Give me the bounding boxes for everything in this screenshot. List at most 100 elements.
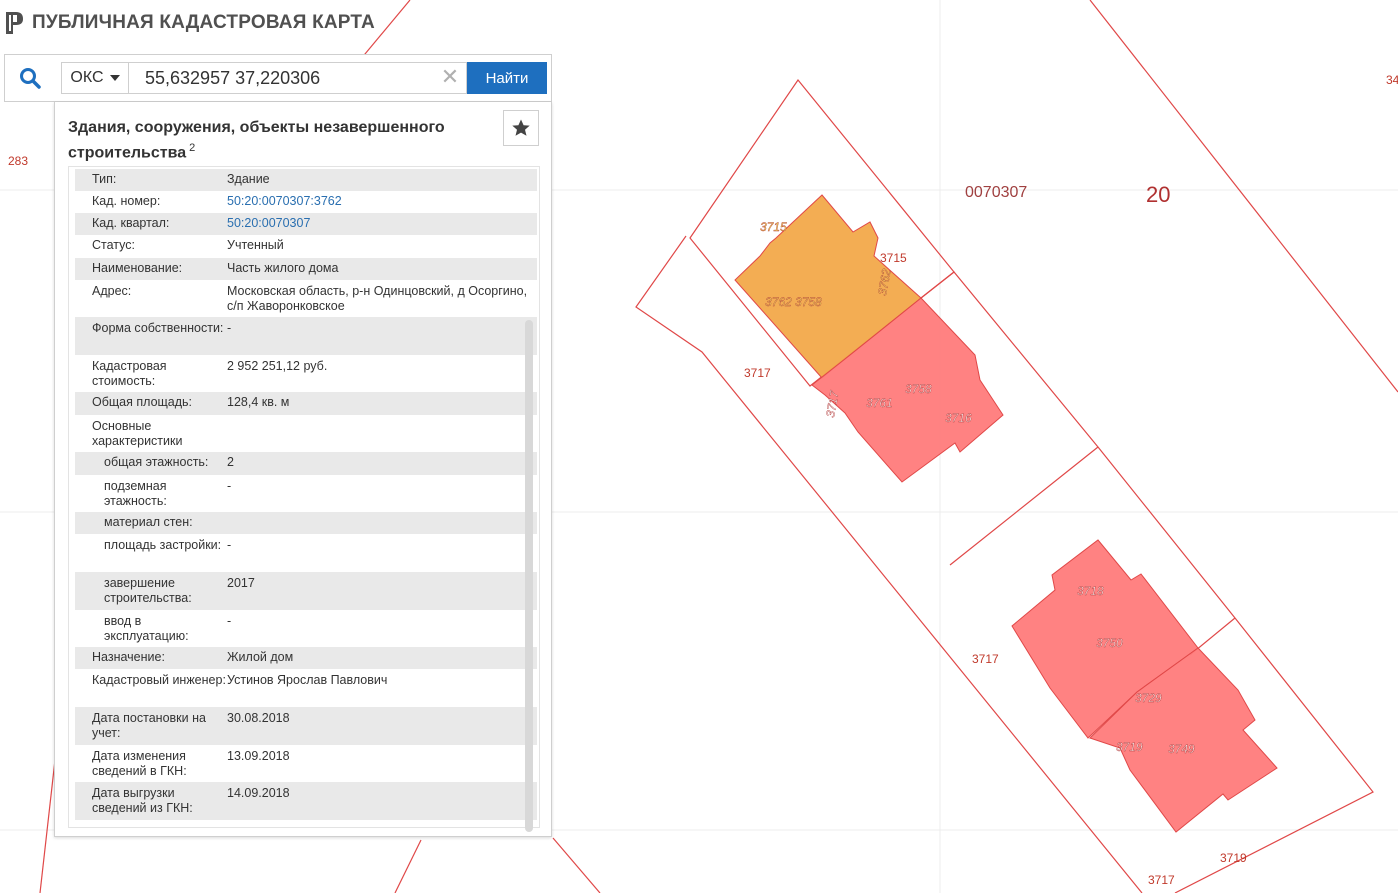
attribute-value: 14.09.2018 xyxy=(227,786,290,800)
attribute-value xyxy=(227,515,537,534)
attribute-row: Дата изменения сведений в ГКН: 13.09.2018 xyxy=(75,745,537,782)
attribute-value: - xyxy=(227,321,232,335)
attribute-value: 30.08.2018 xyxy=(227,711,290,725)
attribute-label: Основные характеристики xyxy=(92,419,183,448)
attribute-row: Кадастровый инженер: Устинов Ярослав Павл… xyxy=(75,669,537,707)
attributes-table: Тип: Здание Кад. номер: 50:20:0070307:3762 К… xyxy=(68,166,540,828)
attribute-label: завершение строительства: xyxy=(104,576,192,605)
attribute-row: Кад. номер: 50:20:0070307:3762 xyxy=(75,191,537,213)
favorite-button[interactable] xyxy=(503,110,539,146)
attribute-value: Здание xyxy=(227,172,270,186)
attribute-label: площадь застройки: xyxy=(104,538,222,552)
map-label-3719: 3719 xyxy=(1220,851,1247,865)
rosreestr-logo-icon xyxy=(6,12,23,34)
attribute-row: завершение строительства: 2017 xyxy=(75,572,537,610)
object-type-label: ОКС xyxy=(70,69,104,86)
attribute-row: Назначение: Жилой дом xyxy=(75,647,537,669)
map-label-3750: 3750 xyxy=(1096,636,1123,650)
attribute-label: Дата постановки на учет: xyxy=(92,711,206,740)
attribute-value: Жилой дом xyxy=(227,650,294,664)
result-count: 2 xyxy=(189,142,196,154)
attribute-row: общая этажность: 2 xyxy=(75,452,537,475)
search-bar: ОКС ✕ Найти xyxy=(4,54,552,102)
attribute-value xyxy=(227,419,537,452)
search-button[interactable]: Найти xyxy=(467,62,547,94)
attribute-value: 128,4 кв. м xyxy=(227,395,290,409)
map-label-3715-b: 3715 xyxy=(880,251,907,265)
map-district-label: 20 xyxy=(1146,182,1170,207)
attribute-label: ввод в эксплуатацию: xyxy=(104,614,189,643)
attribute-row: материал стен: xyxy=(75,512,537,534)
attribute-row: Тип: Здание xyxy=(75,169,537,191)
map-label-3717-b: 3717 xyxy=(972,652,999,666)
parcel-line-left-bottom xyxy=(394,839,422,893)
attribute-row: подземная этажность: - xyxy=(75,475,537,512)
attribute-row: Наименование: Часть жилого дома xyxy=(75,258,537,280)
attribute-value: 2 952 251,12 руб. xyxy=(227,359,328,373)
star-icon xyxy=(512,119,530,136)
attribute-label: Кадастровая стоимость: xyxy=(92,359,167,388)
map-label-3718: 3718 xyxy=(1077,584,1104,598)
scrollbar[interactable] xyxy=(525,320,533,832)
attribute-row: Основные характеристики xyxy=(75,415,537,452)
map-label-283: 283 xyxy=(8,154,28,168)
attribute-value: - xyxy=(227,614,232,628)
attribute-row: Статус: Учтенный xyxy=(75,235,537,258)
attribute-value: Учтенный xyxy=(227,238,284,252)
caret-down-icon xyxy=(109,75,120,81)
attribute-label: Кад. квартал: xyxy=(92,216,170,230)
attribute-label: Дата выгрузки сведений из ГКН: xyxy=(92,786,193,815)
attributes-rows: Тип: Здание Кад. номер: 50:20:0070307:3762 К… xyxy=(75,169,537,820)
attribute-row: площадь застройки: - xyxy=(75,534,537,572)
attribute-value: - xyxy=(227,479,232,493)
attribute-value: Устинов Ярослав Павлович xyxy=(227,673,388,687)
attribute-row: Форма собственности: - xyxy=(75,317,537,355)
attribute-label: Форма собственности: xyxy=(92,321,224,335)
map-label-3716: 3716 xyxy=(945,411,972,425)
map-label-3758: 3758 xyxy=(905,382,932,396)
attribute-label: Статус: xyxy=(92,238,135,252)
attribute-link[interactable]: 50:20:0070307 xyxy=(227,216,537,235)
attribute-label: подземная этажность: xyxy=(104,479,167,508)
map-label-34: 34 xyxy=(1386,73,1398,87)
object-type-select[interactable]: ОКС xyxy=(61,62,129,94)
attribute-value: - xyxy=(227,538,232,552)
map-label-3762-3758: 3762 3758 xyxy=(765,295,822,309)
panel-title: Здания, сооружения, объекты незавершенно… xyxy=(68,118,498,163)
attribute-row: Кад. квартал: 50:20:0070307 xyxy=(75,213,537,235)
attribute-label: общая этажность: xyxy=(104,455,209,469)
attribute-row: Общая площадь: 128,4 кв. м xyxy=(75,392,537,415)
attribute-value: Часть жилого дома xyxy=(227,261,339,275)
attribute-value: 13.09.2018 xyxy=(227,749,290,763)
map-quarter-label: 0070307 xyxy=(965,184,1027,201)
attribute-row: Дата постановки на учет: 30.08.2018 xyxy=(75,707,537,745)
map-label-3761: 3761 xyxy=(866,396,893,410)
parcel-line-right xyxy=(1089,0,1398,393)
attribute-value: 2017 xyxy=(227,576,255,590)
map-label-3719-b: 3719 xyxy=(1116,740,1143,754)
app-title: ПУБЛИЧНАЯ КАДАСТРОВАЯ КАРТА xyxy=(32,12,375,33)
map-label-3717-c: 3717 xyxy=(1148,873,1175,887)
attribute-label: Адрес: xyxy=(92,284,132,298)
map-label-3715-a: 3715 xyxy=(760,220,787,234)
attribute-label: Тип: xyxy=(92,172,117,186)
parcel-line-left-edge xyxy=(39,759,56,893)
attribute-label: Дата изменения сведений в ГКН: xyxy=(92,749,187,778)
attribute-label: Кадастровый инженер: xyxy=(92,673,226,687)
attribute-label: Назначение: xyxy=(92,650,165,664)
map-label-3749: 3749 xyxy=(1168,742,1195,756)
attribute-link[interactable]: 50:20:0070307:3762 xyxy=(227,194,537,213)
attribute-row: ввод в эксплуатацию: - xyxy=(75,610,537,647)
attribute-row: Кадастровая стоимость: 2 952 251,12 руб. xyxy=(75,355,537,392)
attribute-label: материал стен: xyxy=(104,515,193,529)
attribute-label: Кад. номер: xyxy=(92,194,161,208)
clear-icon[interactable]: ✕ xyxy=(439,65,461,91)
panel-title-text: Здания, сооружения, объекты незавершенно… xyxy=(68,119,445,162)
attribute-value: Московская область, р-н Одинцовский, д О… xyxy=(227,284,528,313)
attribute-label: Наименование: xyxy=(92,261,183,275)
attribute-row: Адрес: Московская область, р-н Одинцовски… xyxy=(75,280,537,317)
attribute-label: Общая площадь: xyxy=(92,395,193,409)
search-icon[interactable] xyxy=(19,67,41,89)
object-info-panel: Здания, сооружения, объекты незавершенно… xyxy=(54,102,552,837)
search-input[interactable] xyxy=(129,62,467,94)
